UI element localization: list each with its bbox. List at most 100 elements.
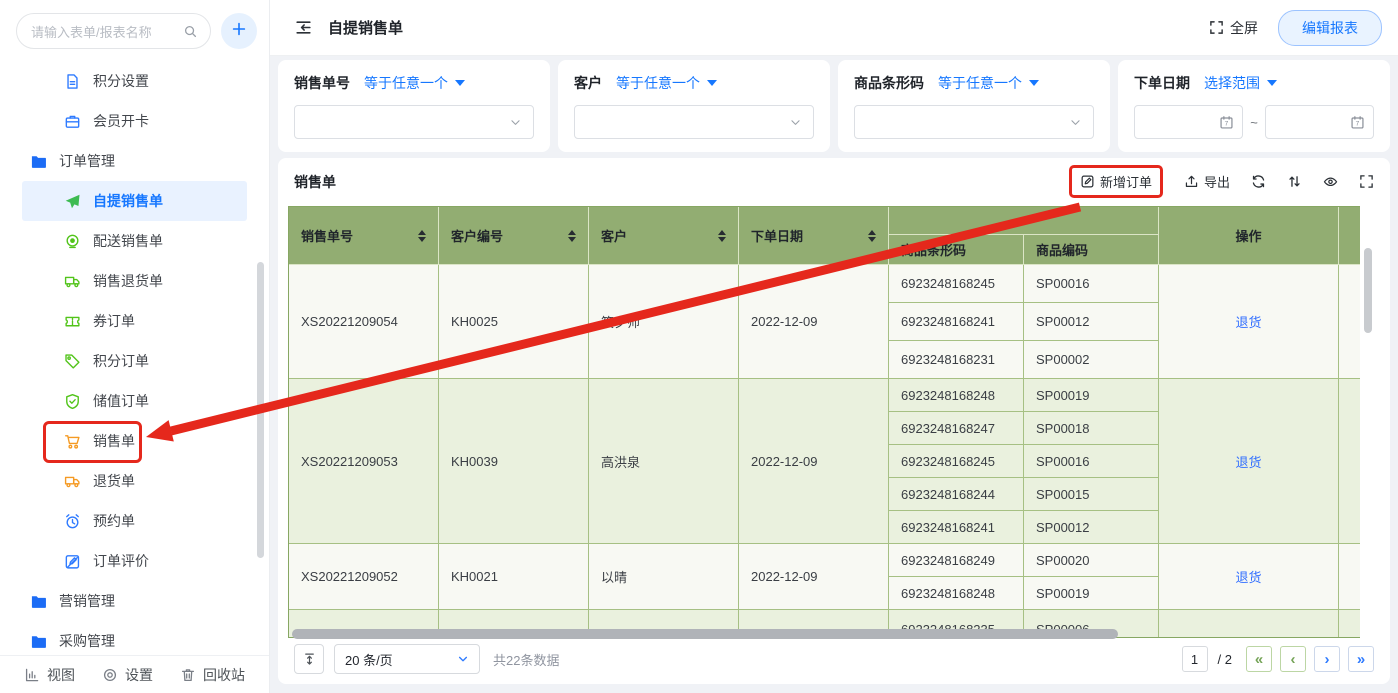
horizontal-scrollbar[interactable] bbox=[292, 629, 1118, 639]
sidebar-item[interactable]: 退货单 bbox=[22, 461, 247, 501]
last-page-button[interactable]: » bbox=[1348, 646, 1374, 672]
sidebar-scrollbar[interactable] bbox=[257, 262, 264, 558]
sidebar-item[interactable]: 销售退货单 bbox=[22, 261, 247, 301]
add-form-button[interactable] bbox=[221, 13, 257, 49]
sidebar-item[interactable]: 会员开卡 bbox=[22, 101, 247, 141]
date-end-input[interactable]: 7 bbox=[1265, 105, 1374, 139]
next-page-button[interactable]: › bbox=[1314, 646, 1340, 672]
column-header-label: 客户 bbox=[601, 226, 627, 245]
cell-customer: 以晴 bbox=[589, 544, 739, 610]
sidebar-footer-gear[interactable]: 设置 bbox=[102, 665, 153, 685]
table-fullscreen-button[interactable] bbox=[1359, 174, 1374, 189]
filter-field-label: 下单日期 bbox=[1134, 73, 1190, 93]
sidebar-item[interactable]: 券订单 bbox=[22, 301, 247, 341]
column-header-order_date[interactable]: 下单日期 bbox=[739, 207, 889, 265]
column-header-customer_no[interactable]: 客户编号 bbox=[439, 207, 589, 265]
filter-select-input[interactable] bbox=[574, 105, 814, 139]
current-page-input[interactable]: 1 bbox=[1182, 646, 1208, 672]
sidebar-item[interactable]: 储值订单 bbox=[22, 381, 247, 421]
return-link[interactable]: 退货 bbox=[1235, 455, 1261, 470]
filter-select-input[interactable] bbox=[854, 105, 1094, 139]
gear-icon bbox=[102, 667, 118, 683]
sidebar-item[interactable]: 订单评价 bbox=[22, 541, 247, 581]
collapse-sidebar-icon[interactable] bbox=[294, 18, 313, 37]
filter-operator[interactable]: 等于任意一个 bbox=[616, 73, 717, 93]
column-header-customer[interactable]: 客户 bbox=[589, 207, 739, 265]
document-icon bbox=[64, 73, 81, 90]
sidebar-item-label: 订单管理 bbox=[59, 151, 115, 171]
chevron-down-icon bbox=[509, 116, 522, 129]
sidebar-footer-bar-chart[interactable]: 视图 bbox=[24, 665, 75, 685]
topbar: 自提销售单 全屏 编辑报表 bbox=[270, 0, 1398, 56]
filter-operator[interactable]: 等于任意一个 bbox=[364, 73, 465, 93]
table-title: 销售单 bbox=[294, 172, 336, 192]
column-header-product-code[interactable]: 商品编码 bbox=[1024, 235, 1159, 265]
sidebar-item-label: 营销管理 bbox=[59, 591, 115, 611]
sidebar-item-label: 会员开卡 bbox=[93, 111, 149, 131]
sidebar-menu: 积分设置会员开卡订单管理自提销售单配送销售单销售退货单券订单积分订单储值订单销售… bbox=[0, 61, 269, 661]
filter-operator[interactable]: 等于任意一个 bbox=[938, 73, 1039, 93]
sidebar-item[interactable]: 预约单 bbox=[22, 501, 247, 541]
cell-product-code: SP00012 bbox=[1024, 511, 1159, 544]
row-expand-icon bbox=[302, 652, 317, 667]
sidebar-item[interactable]: 配送销售单 bbox=[22, 221, 247, 261]
sort-icon bbox=[1287, 174, 1302, 189]
sidebar-item[interactable]: 积分订单 bbox=[22, 341, 247, 381]
new-order-button[interactable]: 新增订单 bbox=[1080, 172, 1152, 191]
cell-product-code: SP00016 bbox=[1024, 445, 1159, 478]
cell-barcode: 6923248168241 bbox=[889, 511, 1024, 544]
truck-icon bbox=[64, 273, 81, 290]
folder-icon bbox=[30, 633, 47, 650]
return-link[interactable]: 退货 bbox=[1235, 570, 1261, 585]
tag-icon bbox=[64, 353, 81, 370]
vertical-scrollbar[interactable] bbox=[1364, 248, 1372, 333]
column-header-barcode[interactable]: 商品条形码 bbox=[889, 235, 1024, 265]
sidebar-item-label: 预约单 bbox=[93, 511, 135, 531]
cell-barcode: 6923248168244 bbox=[889, 478, 1024, 511]
search-input[interactable]: 请输入表单/报表名称 bbox=[16, 13, 211, 49]
cell-customer_no: KH0021 bbox=[439, 544, 589, 610]
sidebar-item[interactable]: 营销管理 bbox=[22, 581, 247, 621]
page-total-label: / 2 bbox=[1218, 652, 1232, 667]
export-button[interactable]: 导出 bbox=[1184, 172, 1230, 191]
ticket-icon bbox=[64, 313, 81, 330]
edit-report-button[interactable]: 编辑报表 bbox=[1278, 10, 1382, 46]
sidebar-item[interactable]: 销售单 bbox=[22, 421, 247, 461]
page-size-select[interactable]: 20 条/页 bbox=[334, 644, 480, 674]
refresh-button[interactable] bbox=[1251, 174, 1266, 189]
cell-barcode: 6923248168231 bbox=[889, 341, 1024, 379]
eye-icon bbox=[1323, 174, 1338, 189]
clipped-column-header bbox=[1339, 207, 1360, 265]
cell-clipped bbox=[1339, 544, 1360, 610]
row-height-button[interactable] bbox=[294, 644, 324, 674]
trash-icon bbox=[180, 667, 196, 683]
cell-order_no: XS20221209054 bbox=[289, 265, 439, 379]
cart-icon bbox=[64, 433, 81, 450]
first-page-button[interactable]: « bbox=[1246, 646, 1272, 672]
sidebar-footer-trash[interactable]: 回收站 bbox=[180, 665, 245, 685]
date-start-input[interactable]: 7 bbox=[1134, 105, 1243, 139]
page-title: 自提销售单 bbox=[328, 17, 403, 38]
sort-icon bbox=[568, 230, 576, 242]
prev-page-button[interactable]: ‹ bbox=[1280, 646, 1306, 672]
sidebar-item-label: 订单评价 bbox=[93, 551, 149, 571]
column-header-label: 客户编号 bbox=[451, 226, 503, 245]
alarm-clock-icon bbox=[64, 513, 81, 530]
pagination-bar: 20 条/页 共22条数据 1 / 2 «‹›» bbox=[294, 644, 1374, 674]
column-visibility-button[interactable] bbox=[1323, 174, 1338, 189]
plus-icon bbox=[231, 21, 247, 42]
fullscreen-toggle[interactable]: 全屏 bbox=[1209, 18, 1258, 38]
sort-icon bbox=[418, 230, 426, 242]
cell-action: 退货 bbox=[1159, 265, 1339, 379]
filter-operator[interactable]: 选择范围 bbox=[1204, 73, 1277, 93]
return-link[interactable]: 退货 bbox=[1235, 315, 1261, 330]
sidebar-footer-label: 回收站 bbox=[203, 665, 245, 685]
sidebar-item-label: 配送销售单 bbox=[93, 231, 163, 251]
column-header-order_no[interactable]: 销售单号 bbox=[289, 207, 439, 265]
chevron-down-icon bbox=[789, 116, 802, 129]
sidebar-item[interactable]: 自提销售单 bbox=[22, 181, 247, 221]
sidebar-item[interactable]: 订单管理 bbox=[22, 141, 247, 181]
sidebar-item[interactable]: 积分设置 bbox=[22, 61, 247, 101]
filter-select-input[interactable] bbox=[294, 105, 534, 139]
sort-button[interactable] bbox=[1287, 174, 1302, 189]
